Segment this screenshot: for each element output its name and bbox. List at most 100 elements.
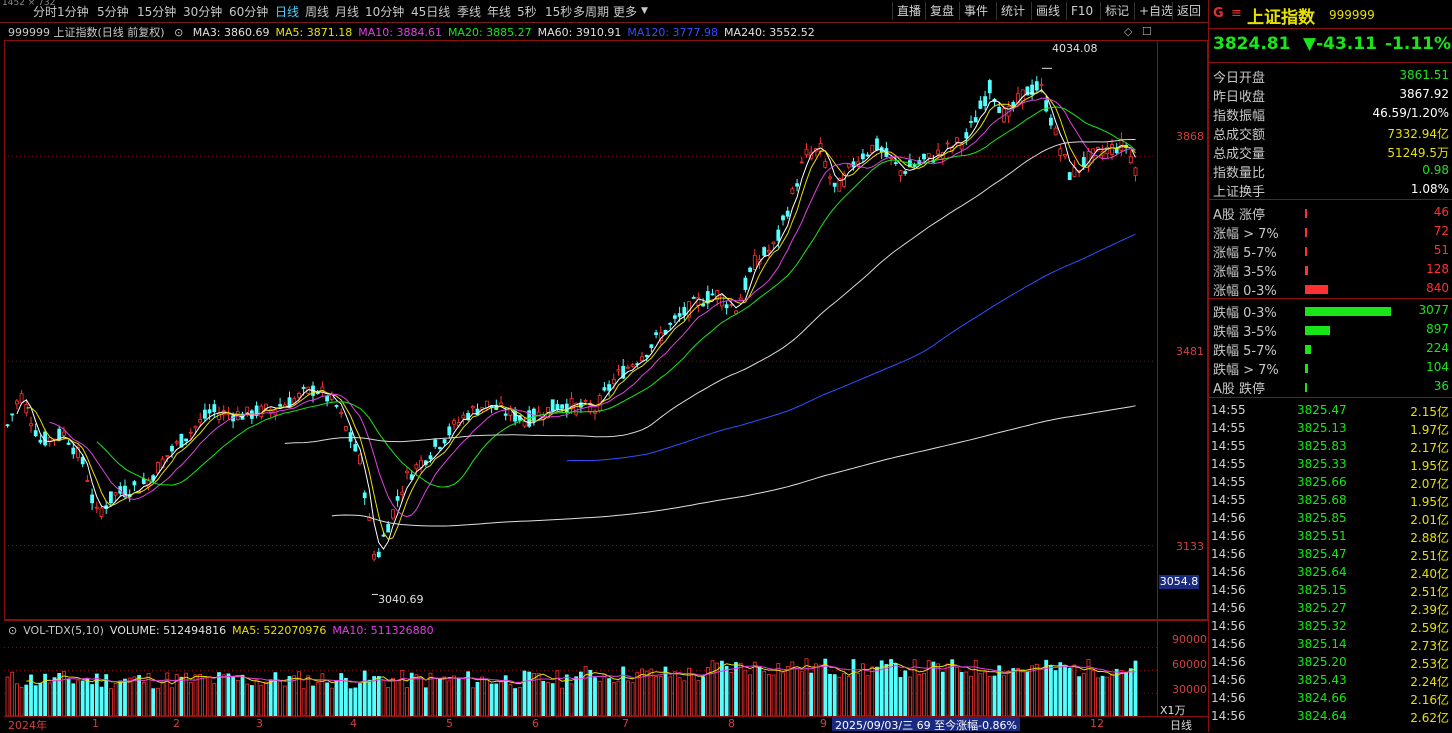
- volume-bar: [654, 676, 658, 716]
- volume-bar: [52, 677, 57, 716]
- volume-bar: [452, 675, 456, 716]
- tick-price: 3825.14: [1297, 637, 1347, 651]
- volume-bar: [1020, 669, 1025, 716]
- tick-amount: 2.39亿: [1410, 603, 1449, 617]
- period-tab[interactable]: 分时: [33, 3, 57, 20]
- candle-body: [278, 404, 283, 407]
- volume-bar: [555, 670, 560, 716]
- volume-bar: [188, 681, 193, 716]
- period-tab[interactable]: 15分钟: [137, 3, 176, 20]
- period-tab[interactable]: 45日线: [411, 3, 450, 20]
- candle-body: [1058, 148, 1063, 156]
- period-tab[interactable]: 5分钟: [97, 3, 129, 20]
- more-chevron-icon[interactable]: ▼: [641, 6, 648, 16]
- tick-row: 14:56 3825.20 2.53亿: [1211, 653, 1451, 671]
- tick-row: 14:55 3825.47 2.15亿: [1211, 401, 1451, 419]
- toolbar-button[interactable]: 画线: [1031, 2, 1064, 20]
- candle-body: [141, 478, 146, 485]
- volume-bar: [955, 666, 959, 716]
- candle-body: [184, 438, 189, 442]
- tick-time: 14:56: [1211, 637, 1246, 651]
- tick-row: 14:56 3824.64 2.62亿: [1211, 707, 1451, 725]
- dist-label: A股 涨停: [1213, 208, 1266, 223]
- volume-bar: [950, 659, 955, 716]
- volume-bar: [978, 673, 983, 716]
- volume-bar: [1128, 668, 1133, 716]
- menu-icon[interactable]: ≡: [1231, 6, 1242, 21]
- toolbar-button[interactable]: F10: [1066, 2, 1097, 20]
- dist-label: 跌幅 > 7%: [1213, 363, 1279, 378]
- dropdown-icon[interactable]: ⊙: [174, 26, 183, 39]
- dist-bar: [1305, 383, 1307, 392]
- period-tab[interactable]: 30分钟: [183, 3, 222, 20]
- toolbar-button[interactable]: 统计: [996, 2, 1029, 20]
- vol-toggle-icon[interactable]: ⊙: [8, 624, 17, 637]
- chart-close-icon[interactable]: ☐: [1142, 25, 1152, 38]
- volume-bar: [14, 683, 19, 716]
- x-tick-label: 7: [622, 717, 629, 730]
- candle-body: [461, 414, 466, 419]
- candle-body: [654, 332, 658, 335]
- candle-body: [29, 423, 33, 427]
- period-tab[interactable]: 月线: [335, 3, 359, 20]
- dist-row: 跌幅 5-7% 224: [1213, 339, 1449, 359]
- volume-bar: [245, 683, 250, 716]
- volume-bar: [983, 671, 987, 716]
- volume-bar: [170, 687, 174, 716]
- volume-bar: [762, 671, 767, 716]
- period-tab[interactable]: 年线: [487, 3, 511, 20]
- vol-tick: 60000: [1172, 658, 1207, 671]
- dist-value: 36: [1433, 379, 1449, 393]
- period-tab[interactable]: 周线: [305, 3, 329, 20]
- price-chart[interactable]: [4, 40, 1208, 620]
- chart-settings-icon[interactable]: ◇: [1124, 25, 1132, 38]
- toolbar-button[interactable]: 事件: [959, 2, 992, 20]
- period-tab[interactable]: 季线: [457, 3, 481, 20]
- volume-bar: [179, 676, 184, 716]
- tick-price: 3825.51: [1297, 529, 1347, 543]
- volume-bar: [395, 680, 400, 716]
- stat-row: 总成交额 7332.94亿: [1213, 123, 1449, 143]
- tick-time: 14:55: [1211, 493, 1246, 507]
- candle-body: [301, 387, 306, 389]
- volume-bar: [132, 676, 137, 716]
- candle-body: [400, 491, 405, 496]
- price-change: ▼-43.11: [1303, 34, 1377, 54]
- period-tab[interactable]: 1分钟: [57, 3, 89, 20]
- volume-bar: [785, 666, 790, 716]
- candle-body: [1110, 144, 1114, 155]
- toolbar-button[interactable]: +自选: [1134, 2, 1177, 20]
- tick-time: 14:55: [1211, 475, 1246, 489]
- candle-body: [626, 366, 630, 369]
- toolbar-button[interactable]: 标记: [1100, 2, 1133, 20]
- g-icon[interactable]: G: [1213, 6, 1224, 21]
- stat-label: 总成交额: [1213, 128, 1266, 143]
- period-tab[interactable]: 多周期: [573, 3, 609, 20]
- period-tab[interactable]: 5秒: [517, 3, 537, 20]
- volume-bar: [249, 685, 254, 716]
- date-cursor-box: 2025/09/03/三 69 至今涨幅-0.86%: [832, 717, 1021, 732]
- volume-bar: [217, 672, 221, 716]
- volume-bar: [273, 672, 278, 716]
- volume-bar: [1105, 676, 1110, 716]
- candle-body: [978, 100, 983, 109]
- period-tab[interactable]: 10分钟: [365, 3, 404, 20]
- tick-amount: 2.88亿: [1410, 531, 1449, 545]
- volume-bar: [973, 659, 978, 716]
- period-tab[interactable]: 15秒: [545, 3, 572, 20]
- period-tab[interactable]: 更多: [613, 3, 637, 20]
- x-tick-label: 2024年: [8, 719, 47, 732]
- volume-bar: [376, 676, 381, 716]
- volume-bar: [489, 683, 494, 716]
- tick-row: 14:56 3825.32 2.59亿: [1211, 617, 1451, 635]
- period-tab[interactable]: 日线: [275, 3, 299, 20]
- period-tab[interactable]: 60分钟: [229, 3, 268, 20]
- toolbar-button[interactable]: 返回: [1172, 2, 1205, 20]
- toolbar-button[interactable]: 复盘: [925, 2, 958, 20]
- dist-bar: [1305, 285, 1328, 294]
- volume-chart[interactable]: [4, 640, 1157, 716]
- toolbar-button[interactable]: 直播: [892, 2, 925, 20]
- tick-time: 14:56: [1211, 601, 1246, 615]
- candle-body: [66, 442, 71, 445]
- volume-bar: [691, 673, 696, 716]
